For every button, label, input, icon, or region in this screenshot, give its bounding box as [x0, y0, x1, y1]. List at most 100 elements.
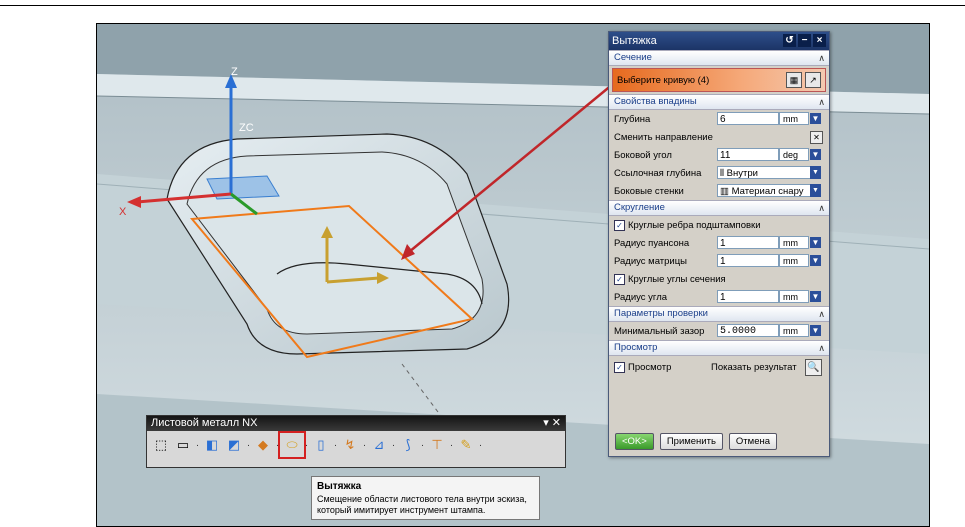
side-walls-row: Боковые стенки ▥ Материал снару ▼ [609, 182, 829, 200]
minimize-icon[interactable]: − [798, 34, 811, 47]
corner-radius-input[interactable]: 1 [717, 290, 779, 303]
die-radius-menu-icon[interactable]: ▼ [810, 255, 821, 266]
dialog-titlebar[interactable]: Вытяжка ↺ − × [609, 32, 829, 50]
dropdown-dot-icon[interactable]: · [246, 440, 251, 451]
side-angle-menu-icon[interactable]: ▼ [810, 149, 821, 160]
min-gap-input[interactable]: 5.0000 [717, 324, 779, 337]
solid-punch-icon[interactable]: ◆ [253, 435, 273, 455]
dropdown-dot-icon[interactable]: · [391, 440, 396, 451]
dialog-title: Вытяжка [612, 35, 657, 47]
emboss-dialog: Вытяжка ↺ − × Сечение ∧ Выберите кривую (… [608, 31, 830, 457]
dropdown-dot-icon[interactable]: · [275, 440, 280, 451]
bead-tool-icon[interactable]: ↯ [340, 435, 360, 455]
depth-input[interactable]: 6 [717, 112, 779, 125]
contour-flange-icon[interactable]: ◩ [224, 435, 244, 455]
ref-depth-select[interactable]: ⫴ Внутри [717, 166, 811, 179]
reverse-direction-icon[interactable]: ✕ [810, 131, 823, 144]
ok-button[interactable]: <OK> [615, 433, 654, 450]
section-header-check[interactable]: Параметры проверки ∧ [609, 306, 829, 322]
sketch-icon[interactable]: ▦ [786, 72, 802, 88]
punch-radius-label: Радиус пуансона [614, 237, 690, 249]
section-header-round[interactable]: Скругление ∧ [609, 200, 829, 216]
show-result-icon[interactable]: 🔍 [805, 359, 822, 376]
sheet-metal-toolbar: Листовой металл NX ▾ ✕ ⬚ ▭ · ◧ ◩ · ◆ · ⬭ · ▯ ·… [146, 415, 566, 468]
min-gap-menu-icon[interactable]: ▼ [810, 325, 821, 336]
tooltip-text: Смещение области листового тела внутри э… [317, 494, 527, 515]
side-walls-dropdown-icon[interactable]: ▼ [810, 184, 821, 197]
tooltip-title: Вытяжка [317, 481, 362, 492]
dialog-footer: <OK> Применить Отмена [615, 433, 778, 450]
reverse-label: Сменить направление [614, 131, 713, 143]
punch-radius-menu-icon[interactable]: ▼ [810, 237, 821, 248]
ref-depth-label: Ссылочная глубина [614, 167, 702, 179]
collapse-icon[interactable]: ∧ [818, 307, 825, 321]
section-header-section[interactable]: Сечение ∧ [609, 50, 829, 66]
curve-icon[interactable]: ↗ [805, 72, 821, 88]
punch-radius-input[interactable]: 1 [717, 236, 779, 249]
collapse-icon[interactable]: ∧ [818, 201, 825, 215]
toolbar-title: Листовой металл NX [151, 417, 258, 429]
z-axis-label: Z [231, 66, 238, 78]
depth-label: Глубина [614, 113, 651, 125]
collapse-icon[interactable]: ∧ [818, 341, 825, 355]
corner-radius-label: Радиус угла [614, 291, 668, 303]
dropdown-dot-icon[interactable]: · [362, 440, 367, 451]
depth-menu-icon[interactable]: ▼ [810, 113, 821, 124]
die-radius-label: Радиус матрицы [614, 255, 688, 267]
side-angle-input[interactable]: 11 [717, 148, 779, 161]
punch-radius-unit: mm [779, 236, 809, 249]
sketch-tool-icon[interactable]: ⬚ [151, 435, 171, 455]
section-label: Просмотр [614, 342, 658, 353]
show-result-label: Показать результат [711, 361, 797, 373]
corner-radius-menu-icon[interactable]: ▼ [810, 291, 821, 302]
section-label: Сечение [614, 52, 652, 63]
section-header-props[interactable]: Свойства впадины ∧ [609, 94, 829, 110]
dropdown-dot-icon[interactable]: · [449, 440, 454, 451]
tab-tool-icon[interactable]: ▭ [173, 435, 193, 455]
preview-checkbox[interactable]: ✓ [614, 361, 625, 373]
min-gap-label: Минимальный зазор [614, 325, 705, 337]
side-walls-select[interactable]: ▥ Материал снару [717, 184, 811, 197]
cancel-button[interactable]: Отмена [728, 433, 778, 450]
dropdown-dot-icon[interactable]: · [333, 440, 338, 451]
preview-label: Просмотр [628, 361, 672, 373]
dropdown-dot-icon[interactable]: · [420, 440, 425, 451]
side-angle-row: Боковой угол 11 deg ▼ [609, 146, 829, 164]
toolbar-titlebar[interactable]: Листовой металл NX ▾ ✕ [147, 416, 565, 431]
reset-icon[interactable]: ↺ [783, 34, 796, 47]
min-gap-row: Минимальный зазор 5.0000 mm ▼ [609, 322, 829, 340]
corner-tool-icon[interactable]: ⊤ [427, 435, 447, 455]
section-header-preview[interactable]: Просмотр ∧ [609, 340, 829, 356]
side-angle-label: Боковой угол [614, 149, 672, 161]
x-axis-label: X [119, 206, 127, 218]
ref-depth-dropdown-icon[interactable]: ▼ [810, 166, 821, 179]
ref-depth-value: Внутри [726, 168, 758, 179]
round-punch-row[interactable]: ✓ Круглые ребра подштамповки [609, 216, 829, 234]
collapse-icon[interactable]: ∧ [818, 51, 825, 65]
bend-tool-icon[interactable]: ⊿ [369, 435, 389, 455]
top-rule [0, 5, 965, 6]
apply-button[interactable]: Применить [659, 433, 723, 450]
louver-tool-icon[interactable]: ▯ [311, 435, 331, 455]
die-radius-input[interactable]: 1 [717, 254, 779, 267]
dropdown-dot-icon[interactable]: · [478, 440, 483, 451]
section-label: Свойства впадины [614, 96, 697, 107]
unbend-tool-icon[interactable]: ⟆ [398, 435, 418, 455]
punch-radius-row: Радиус пуансона 1 mm ▼ [609, 234, 829, 252]
close-icon[interactable]: × [813, 34, 826, 47]
round-punch-label: Круглые ребра подштамповки [628, 219, 761, 231]
select-curve-field[interactable]: Выберите кривую (4) ▦ ↗ [612, 68, 826, 92]
dimple-tool-icon[interactable]: ⬭ [278, 431, 306, 459]
round-corners-row[interactable]: ✓ Круглые углы сечения [609, 270, 829, 288]
round-corners-label: Круглые углы сечения [628, 273, 726, 285]
flange-tool-icon[interactable]: ◧ [202, 435, 222, 455]
round-punch-checkbox[interactable]: ✓ [614, 219, 625, 231]
flat-pattern-icon[interactable]: ✎ [456, 435, 476, 455]
collapse-icon[interactable]: ∧ [818, 95, 825, 109]
toolbar-close-icon[interactable]: ▾ ✕ [543, 416, 561, 431]
dropdown-dot-icon[interactable]: · [304, 440, 309, 451]
round-corners-checkbox[interactable]: ✓ [614, 273, 625, 285]
die-radius-unit: mm [779, 254, 809, 267]
select-curve-label: Выберите кривую (4) [617, 74, 710, 86]
dropdown-dot-icon[interactable]: · [195, 440, 200, 451]
